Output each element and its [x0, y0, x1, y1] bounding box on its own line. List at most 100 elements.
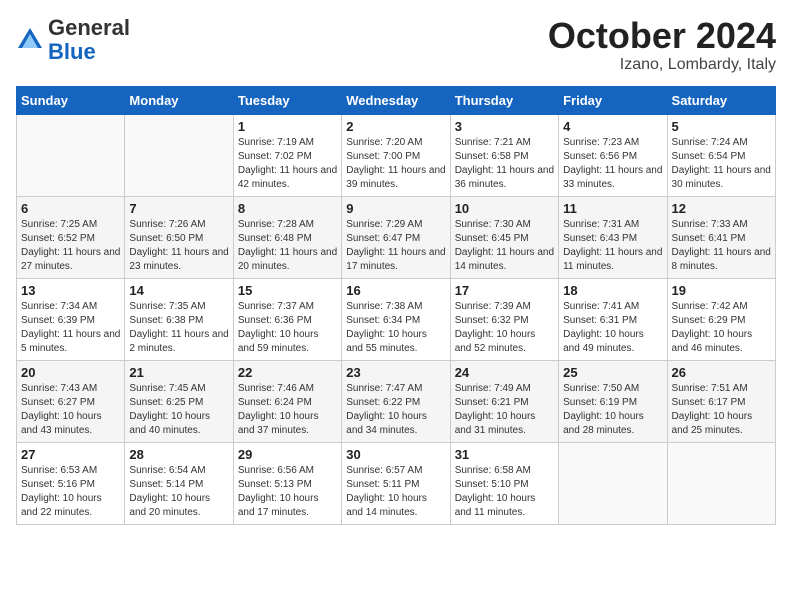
calendar-cell: 23Sunrise: 7:47 AM Sunset: 6:22 PM Dayli… — [342, 360, 450, 442]
day-number: 4 — [563, 119, 662, 134]
day-number: 12 — [672, 201, 771, 216]
day-number: 19 — [672, 283, 771, 298]
calendar-cell: 30 Sunrise: 6:57 AM Sunset: 5:11 PM Dayli… — [342, 442, 450, 524]
weekday-header-cell: Sunday — [17, 86, 125, 114]
weekday-header-row: SundayMondayTuesdayWednesdayThursdayFrid… — [17, 86, 776, 114]
day-detail: Sunrise: 6:56 AM Sunset: 5:13 PM Dayligh… — [238, 464, 337, 520]
calendar-cell: 21 Sunrise: 7:45 AM Sunset: 6:25 PM Dayli… — [125, 360, 233, 442]
calendar-table: SundayMondayTuesdayWednesdayThursdayFrid… — [16, 86, 776, 525]
day-detail: Sunrise: 7:31 AM Sunset: 6:43 PM Dayligh… — [563, 218, 662, 274]
day-number: 24 — [455, 365, 554, 380]
logo-blue: Blue — [48, 39, 96, 64]
day-number: 16 — [346, 283, 445, 298]
day-detail: Sunrise: 7:23 AM Sunset: 6:56 PM Dayligh… — [563, 136, 662, 192]
day-number: 26 — [672, 365, 771, 380]
day-detail: Sunrise: 7:28 AM Sunset: 6:48 PM Dayligh… — [238, 218, 337, 274]
weekday-header-cell: Wednesday — [342, 86, 450, 114]
logo-text: General Blue — [48, 16, 130, 64]
day-number: 1 — [238, 119, 337, 134]
weekday-header-cell: Friday — [559, 86, 667, 114]
calendar-cell: 17 Sunrise: 7:39 AM Sunset: 6:32 PM Dayli… — [450, 278, 558, 360]
calendar-cell: 11 Sunrise: 7:31 AM Sunset: 6:43 PM Dayli… — [559, 196, 667, 278]
calendar-cell: 12 Sunrise: 7:33 AM Sunset: 6:41 PM Dayli… — [667, 196, 775, 278]
calendar-cell: 9 Sunrise: 7:29 AM Sunset: 6:47 PM Daylig… — [342, 196, 450, 278]
day-number: 14 — [129, 283, 228, 298]
calendar-cell: 6 Sunrise: 7:25 AM Sunset: 6:52 PM Daylig… — [17, 196, 125, 278]
logo-icon — [16, 26, 44, 54]
day-number: 11 — [563, 201, 662, 216]
day-detail: Sunrise: 7:25 AM Sunset: 6:52 PM Dayligh… — [21, 218, 120, 274]
day-number: 2 — [346, 119, 445, 134]
calendar-cell: 13Sunrise: 7:34 AM Sunset: 6:39 PM Dayli… — [17, 278, 125, 360]
weekday-header-cell: Monday — [125, 86, 233, 114]
calendar-cell: 8 Sunrise: 7:28 AM Sunset: 6:48 PM Daylig… — [233, 196, 341, 278]
day-detail: Sunrise: 6:57 AM Sunset: 5:11 PM Dayligh… — [346, 464, 445, 520]
calendar-cell: 19 Sunrise: 7:42 AM Sunset: 6:29 PM Dayli… — [667, 278, 775, 360]
calendar-cell: 31 Sunrise: 6:58 AM Sunset: 5:10 PM Dayli… — [450, 442, 558, 524]
day-number: 21 — [129, 365, 228, 380]
calendar-cell: 5Sunrise: 7:24 AM Sunset: 6:54 PM Daylig… — [667, 114, 775, 196]
day-detail: Sunrise: 7:51 AM Sunset: 6:17 PM Dayligh… — [672, 382, 771, 438]
day-detail: Sunrise: 7:29 AM Sunset: 6:47 PM Dayligh… — [346, 218, 445, 274]
calendar-cell: 28 Sunrise: 6:54 AM Sunset: 5:14 PM Dayli… — [125, 442, 233, 524]
calendar-cell: 2Sunrise: 7:20 AM Sunset: 7:00 PM Daylig… — [342, 114, 450, 196]
day-number: 31 — [455, 447, 554, 462]
day-detail: Sunrise: 7:35 AM Sunset: 6:38 PM Dayligh… — [129, 300, 228, 356]
day-number: 20 — [21, 365, 120, 380]
day-detail: Sunrise: 7:21 AM Sunset: 6:58 PM Dayligh… — [455, 136, 554, 192]
day-number: 22 — [238, 365, 337, 380]
calendar-cell: 18 Sunrise: 7:41 AM Sunset: 6:31 PM Dayli… — [559, 278, 667, 360]
day-number: 23 — [346, 365, 445, 380]
calendar-week-row: 27 Sunrise: 6:53 AM Sunset: 5:16 PM Dayli… — [17, 442, 776, 524]
day-number: 28 — [129, 447, 228, 462]
calendar-cell: 14 Sunrise: 7:35 AM Sunset: 6:38 PM Dayli… — [125, 278, 233, 360]
calendar-cell: 24Sunrise: 7:49 AM Sunset: 6:21 PM Dayli… — [450, 360, 558, 442]
day-detail: Sunrise: 7:41 AM Sunset: 6:31 PM Dayligh… — [563, 300, 662, 356]
day-detail: Sunrise: 7:24 AM Sunset: 6:54 PM Dayligh… — [672, 136, 771, 192]
calendar-cell: 25Sunrise: 7:50 AM Sunset: 6:19 PM Dayli… — [559, 360, 667, 442]
day-number: 15 — [238, 283, 337, 298]
calendar-cell: 29 Sunrise: 6:56 AM Sunset: 5:13 PM Dayli… — [233, 442, 341, 524]
day-detail: Sunrise: 7:33 AM Sunset: 6:41 PM Dayligh… — [672, 218, 771, 274]
day-number: 7 — [129, 201, 228, 216]
day-number: 6 — [21, 201, 120, 216]
day-number: 30 — [346, 447, 445, 462]
calendar-week-row: 6 Sunrise: 7:25 AM Sunset: 6:52 PM Daylig… — [17, 196, 776, 278]
calendar-cell: 16 Sunrise: 7:38 AM Sunset: 6:34 PM Dayli… — [342, 278, 450, 360]
day-detail: Sunrise: 6:58 AM Sunset: 5:10 PM Dayligh… — [455, 464, 554, 520]
calendar-week-row: 1 Sunrise: 7:19 AM Sunset: 7:02 PM Daylig… — [17, 114, 776, 196]
day-detail: Sunrise: 7:37 AM Sunset: 6:36 PM Dayligh… — [238, 300, 337, 356]
calendar-cell: 15 Sunrise: 7:37 AM Sunset: 6:36 PM Dayli… — [233, 278, 341, 360]
day-number: 13 — [21, 283, 120, 298]
day-number: 29 — [238, 447, 337, 462]
location: Izano, Lombardy, Italy — [548, 56, 776, 74]
day-number: 3 — [455, 119, 554, 134]
calendar-cell: 4 Sunrise: 7:23 AM Sunset: 6:56 PM Daylig… — [559, 114, 667, 196]
calendar-cell — [667, 442, 775, 524]
day-detail: Sunrise: 7:45 AM Sunset: 6:25 PM Dayligh… — [129, 382, 228, 438]
day-detail: Sunrise: 7:19 AM Sunset: 7:02 PM Dayligh… — [238, 136, 337, 192]
logo-general: General — [48, 15, 130, 40]
day-number: 27 — [21, 447, 120, 462]
day-detail: Sunrise: 6:53 AM Sunset: 5:16 PM Dayligh… — [21, 464, 120, 520]
day-detail: Sunrise: 7:50 AM Sunset: 6:19 PM Dayligh… — [563, 382, 662, 438]
day-number: 8 — [238, 201, 337, 216]
day-detail: Sunrise: 6:54 AM Sunset: 5:14 PM Dayligh… — [129, 464, 228, 520]
day-detail: Sunrise: 7:30 AM Sunset: 6:45 PM Dayligh… — [455, 218, 554, 274]
day-detail: Sunrise: 7:26 AM Sunset: 6:50 PM Dayligh… — [129, 218, 228, 274]
calendar-week-row: 20 Sunrise: 7:43 AM Sunset: 6:27 PM Dayli… — [17, 360, 776, 442]
calendar-cell: 1 Sunrise: 7:19 AM Sunset: 7:02 PM Daylig… — [233, 114, 341, 196]
day-detail: Sunrise: 7:43 AM Sunset: 6:27 PM Dayligh… — [21, 382, 120, 438]
calendar-cell: 22 Sunrise: 7:46 AM Sunset: 6:24 PM Dayli… — [233, 360, 341, 442]
day-detail: Sunrise: 7:46 AM Sunset: 6:24 PM Dayligh… — [238, 382, 337, 438]
day-number: 9 — [346, 201, 445, 216]
calendar-cell — [17, 114, 125, 196]
day-number: 17 — [455, 283, 554, 298]
day-detail: Sunrise: 7:39 AM Sunset: 6:32 PM Dayligh… — [455, 300, 554, 356]
day-detail: Sunrise: 7:38 AM Sunset: 6:34 PM Dayligh… — [346, 300, 445, 356]
day-detail: Sunrise: 7:42 AM Sunset: 6:29 PM Dayligh… — [672, 300, 771, 356]
title-block: October 2024 Izano, Lombardy, Italy — [548, 16, 776, 74]
weekday-header-cell: Thursday — [450, 86, 558, 114]
calendar-cell: 26 Sunrise: 7:51 AM Sunset: 6:17 PM Dayli… — [667, 360, 775, 442]
day-number: 18 — [563, 283, 662, 298]
